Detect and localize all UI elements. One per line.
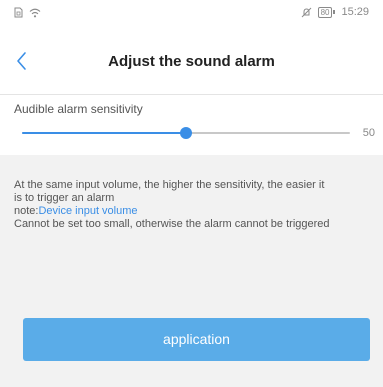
status-left [14,7,41,18]
battery-icon: 80 [317,6,333,18]
battery-indicator: 80 [317,6,336,18]
description-note: note:Device input volume [14,205,379,218]
note-prefix: note: [14,205,39,217]
page-title: Adjust the sound alarm [108,53,275,70]
sim-icon [14,7,23,18]
application-button[interactable]: application [23,318,370,361]
mute-icon [301,7,312,18]
description-text: At the same input volume, the higher the… [14,179,379,231]
status-time: 15:29 [341,6,369,18]
device-input-volume-link[interactable]: Device input volume [38,205,137,217]
wifi-icon [29,8,41,18]
description-line-4: Cannot be set too small, otherwise the a… [14,218,330,230]
sensitivity-value: 50 [362,127,375,139]
description-line-1: At the same input volume, the higher the… [14,179,325,191]
sensitivity-slider[interactable] [22,127,350,139]
slider-thumb[interactable] [180,127,192,139]
description-line-2: is to trigger an alarm [14,192,115,204]
nav-bar: Adjust the sound alarm [0,26,383,95]
status-right: 80 15:29 [301,6,369,18]
sensitivity-label: Audible alarm sensitivity [14,102,143,116]
slider-fill [22,132,186,134]
battery-level: 80 [320,7,330,17]
status-bar: 80 15:29 [0,0,383,26]
sensitivity-card: Audible alarm sensitivity 50 [0,95,383,155]
